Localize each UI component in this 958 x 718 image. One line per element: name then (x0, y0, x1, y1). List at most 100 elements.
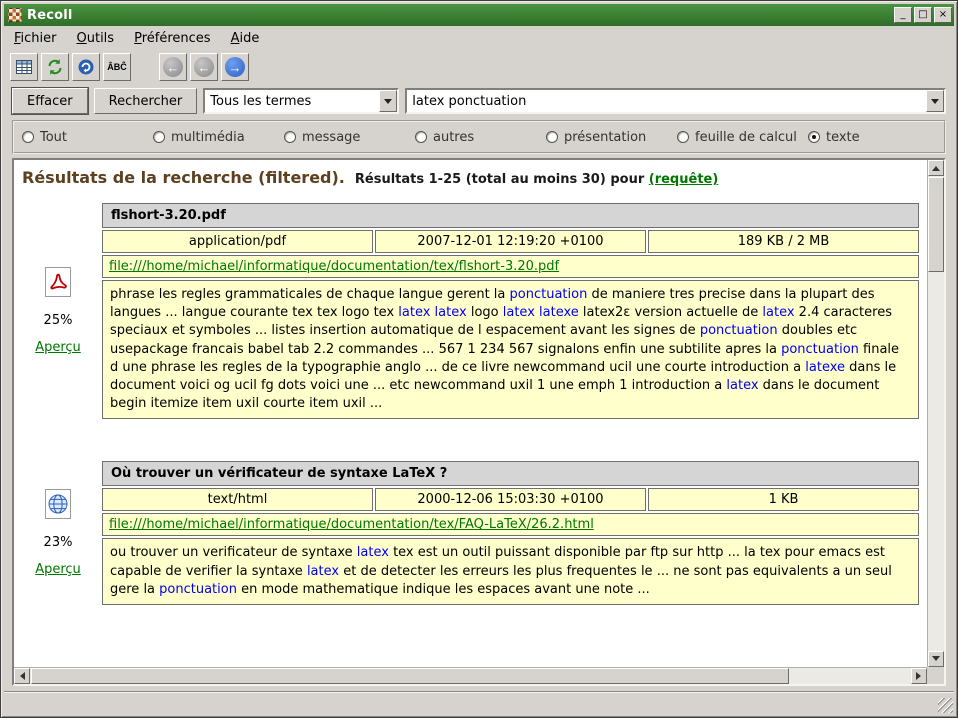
pdf-file-icon (45, 267, 71, 301)
result-mime: application/pdf (102, 230, 373, 253)
result-left-column: 23% Aperçu (22, 461, 94, 605)
filter-label: autres (433, 130, 474, 145)
result-table: Où trouver un vérificateur de syntaxe La… (102, 461, 919, 605)
vertical-scrollbar-thumb[interactable] (928, 177, 944, 272)
filter-presentation[interactable]: présentation (546, 130, 677, 145)
scroll-down-button[interactable] (928, 651, 944, 667)
minimize-button[interactable]: _ (894, 7, 912, 23)
radio-icon (546, 131, 558, 143)
results-header: Résultats de la recherche (filtered).Rés… (22, 168, 921, 187)
triangle-glyph (384, 99, 392, 108)
preview-link[interactable]: Aperçu (35, 340, 81, 355)
arrow-down-icon (932, 656, 940, 665)
next-page-button[interactable]: → (221, 53, 249, 81)
result-snippet: phrase les regles grammaticales de chaqu… (102, 280, 919, 419)
relevance-percent: 25% (44, 313, 73, 328)
search-mode-value: Tous les termes (205, 90, 379, 112)
filter-feuille-de-calcul[interactable]: feuille de calcul (677, 130, 808, 145)
previous-page-button[interactable]: ← (190, 53, 218, 81)
menu-outils[interactable]: Outils (77, 31, 115, 46)
first-page-button[interactable]: ← (159, 53, 187, 81)
radio-icon (153, 131, 165, 143)
toolbar-separator (134, 67, 156, 68)
scrollbar-corner (927, 667, 944, 684)
results-table-button[interactable] (10, 53, 38, 81)
radio-icon (22, 131, 34, 143)
search-query-input[interactable] (407, 90, 926, 112)
result-size: 189 KB / 2 MB (648, 230, 919, 253)
filter-label: Tout (40, 130, 67, 145)
results-content: Résultats de la recherche (filtered).Rés… (14, 160, 927, 667)
filter-label: feuille de calcul (695, 130, 797, 145)
results-table-icon (15, 58, 33, 76)
horizontal-scrollbar-thumb[interactable] (31, 668, 789, 684)
resize-grip[interactable] (938, 698, 953, 713)
preview-link[interactable]: Aperçu (35, 562, 81, 577)
result-left-column: 25% Aperçu (22, 203, 94, 419)
result-mime: text/html (102, 488, 373, 511)
query-details-link[interactable]: (requête) (649, 172, 719, 187)
scroll-left-button[interactable] (14, 668, 30, 684)
filter-autres[interactable]: autres (415, 130, 546, 145)
update-index-button[interactable] (41, 53, 69, 81)
query-history-button[interactable] (72, 53, 100, 81)
filter-texte[interactable]: texte (808, 130, 939, 145)
horizontal-scrollbar[interactable] (14, 667, 927, 684)
result-url-link[interactable]: file:///home/michael/informatique/docume… (109, 259, 559, 274)
radio-selected-icon (808, 131, 820, 143)
result-item: 23% Aperçu Où trouver un vérificateur de… (22, 461, 921, 605)
vertical-scrollbar-track[interactable] (928, 176, 944, 651)
title-bar[interactable]: Recoll _ □ × (4, 4, 954, 26)
term-explorer-icon: ÂBĈ (107, 62, 127, 72)
results-list: 25% Aperçu flshort-3.20.pdf application/… (22, 203, 921, 605)
result-url-cell: file:///home/michael/informatique/docume… (102, 513, 919, 536)
arrow-up-icon (932, 162, 940, 171)
recoll-window: Recoll _ □ × Fichier Outils Préférences Aid… (0, 0, 958, 718)
results-title: Résultats de la recherche (filtered). (22, 168, 345, 187)
radio-icon (677, 131, 689, 143)
result-title: flshort-3.20.pdf (102, 203, 919, 228)
filter-label: texte (826, 130, 860, 145)
recoll-app-icon (8, 8, 22, 22)
filter-tout[interactable]: Tout (22, 130, 153, 145)
chevron-down-icon[interactable] (379, 90, 397, 112)
clear-search-button[interactable]: Effacer (12, 88, 88, 114)
toolbar: ÂBĈ ← ← → (4, 50, 954, 84)
status-bar (4, 692, 954, 714)
scroll-up-button[interactable] (928, 160, 944, 176)
filter-label: présentation (564, 130, 646, 145)
triangle-glyph (931, 99, 939, 108)
close-button[interactable]: × (934, 7, 952, 23)
search-query-combo (405, 88, 946, 114)
result-date: 2007-12-01 12:19:20 +0100 (375, 230, 646, 253)
result-meta-row: application/pdf 2007-12-01 12:19:20 +010… (102, 230, 919, 253)
term-explorer-button[interactable]: ÂBĈ (103, 53, 131, 81)
next-page-icon: → (225, 57, 245, 77)
html-file-icon (45, 489, 71, 523)
maximize-button[interactable]: □ (914, 7, 932, 23)
filter-label: multimédia (171, 130, 245, 145)
result-meta-row: text/html 2000-12-06 15:03:30 +0100 1 KB (102, 488, 919, 511)
relevance-percent: 23% (44, 535, 73, 550)
search-bar: Effacer Rechercher Tous les termes (4, 84, 954, 118)
scroll-right-button[interactable] (911, 668, 927, 684)
previous-page-icon: ← (194, 57, 214, 77)
menu-preferences[interactable]: Préférences (134, 31, 210, 46)
vertical-scrollbar[interactable] (927, 160, 944, 667)
search-mode-select[interactable]: Tous les termes (203, 88, 399, 114)
filter-message[interactable]: message (284, 130, 415, 145)
menu-bar: Fichier Outils Préférences Aide (4, 26, 954, 50)
summary-range: 1-25 (total au moins 30) (429, 172, 606, 187)
window-title: Recoll (27, 8, 889, 23)
filter-multimedia[interactable]: multimédia (153, 130, 284, 145)
horizontal-scrollbar-track[interactable] (30, 668, 911, 684)
result-url-cell: file:///home/michael/informatique/docume… (102, 255, 919, 278)
search-button[interactable]: Rechercher (94, 88, 198, 114)
result-title: Où trouver un vérificateur de syntaxe La… (102, 461, 919, 486)
menu-fichier[interactable]: Fichier (14, 31, 57, 46)
filter-label: message (302, 130, 360, 145)
chevron-down-icon[interactable] (926, 90, 944, 112)
result-url-link[interactable]: file:///home/michael/informatique/docume… (109, 517, 594, 532)
update-index-icon (46, 58, 64, 76)
menu-aide[interactable]: Aide (231, 31, 260, 46)
